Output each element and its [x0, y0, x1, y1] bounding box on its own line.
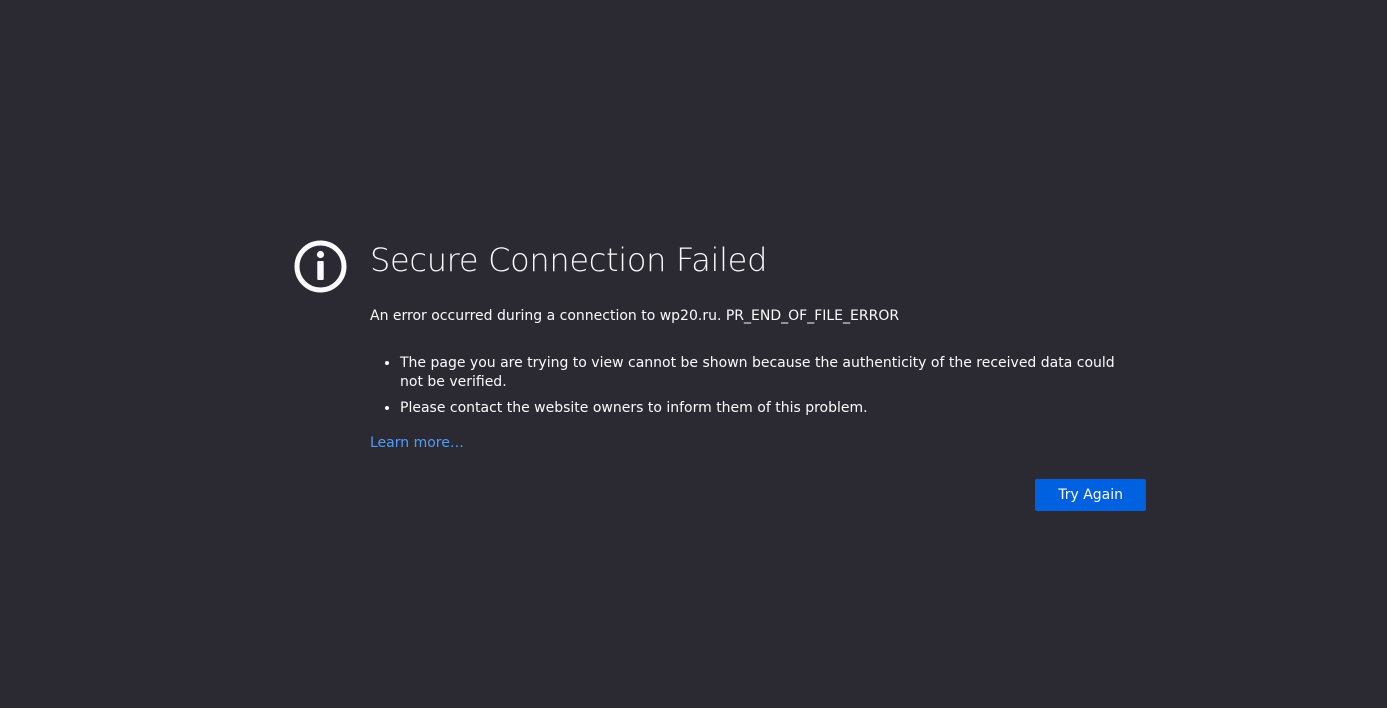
page-title: Secure Connection Failed [370, 241, 768, 279]
try-again-button[interactable]: Try Again [1035, 479, 1146, 511]
error-details-list: The page you are trying to view cannot b… [370, 354, 1146, 418]
error-content: Secure Connection Failed An error occurr… [370, 236, 1146, 511]
error-page: Secure Connection Failed An error occurr… [0, 0, 1387, 708]
error-description: An error occurred during a connection to… [370, 308, 900, 324]
button-row: Try Again [370, 479, 1146, 511]
learn-more-link[interactable]: Learn more… [370, 433, 464, 453]
error-detail-item: The page you are trying to view cannot b… [400, 354, 1146, 392]
error-detail-item: Please contact the website owners to inf… [400, 399, 1146, 418]
info-icon [294, 240, 347, 293]
